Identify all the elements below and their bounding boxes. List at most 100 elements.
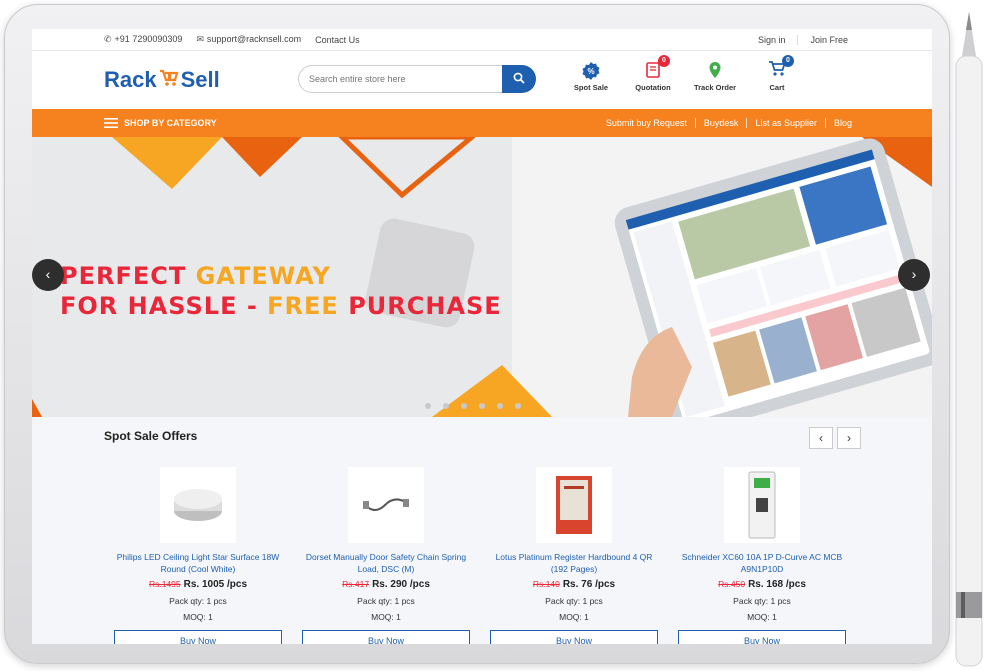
spot-next-button[interactable]: › — [837, 427, 861, 449]
search-button[interactable] — [502, 65, 536, 93]
menu-icon — [104, 118, 118, 128]
banner-dots — [425, 403, 521, 409]
current-price: Rs. 290 /pcs — [372, 579, 430, 590]
cart-icon — [746, 61, 808, 83]
mail-icon: ✉ — [196, 34, 204, 44]
buy-now-button[interactable]: Buy Now — [302, 630, 470, 644]
tablet-frame: ✆ +91 7290090309 ✉ support@racknsell.com C… — [4, 4, 950, 664]
product-image[interactable] — [536, 467, 612, 543]
banner-headline: PERFECT GATEWAY FOR HASSLE - FREE PURCHA… — [60, 261, 502, 321]
banner-dot[interactable] — [479, 403, 485, 409]
track-order-label: Track Order — [693, 83, 737, 92]
cart-badge: 0 — [782, 55, 794, 67]
search-icon — [513, 72, 525, 84]
track-order-button[interactable]: Track Order — [684, 61, 746, 92]
nav-links: Submit buy Request Buydesk List as Suppl… — [598, 118, 860, 128]
old-price: Rs.1495 — [148, 579, 181, 589]
logo-cart-icon — [159, 69, 179, 92]
product-image[interactable] — [724, 467, 800, 543]
site-logo[interactable]: Rack Sell — [104, 67, 220, 93]
phone-text: +91 7290090309 — [114, 34, 183, 44]
stylus-pencil — [955, 12, 983, 667]
current-price: Rs. 168 /pcs — [748, 579, 806, 590]
pack-qty: Pack qty: 1 pcs — [169, 596, 227, 606]
email-text: support@racknsell.com — [206, 34, 302, 44]
phone-link[interactable]: ✆ +91 7290090309 — [104, 34, 182, 45]
cart-button[interactable]: 0 Cart — [746, 55, 808, 92]
product-card[interactable]: Dorset Manually Door Safety Chain Spring… — [292, 467, 480, 644]
top-bar: ✆ +91 7290090309 ✉ support@racknsell.com C… — [32, 29, 932, 51]
pack-qty: Pack qty: 1 pcs — [545, 596, 603, 606]
email-link[interactable]: ✉ support@racknsell.com — [196, 34, 301, 45]
old-price: Rs.450 — [718, 579, 746, 589]
product-image[interactable] — [348, 467, 424, 543]
moq: MOQ: 1 — [371, 612, 401, 622]
cart-label: Cart — [769, 83, 785, 92]
category-nav: SHOP BY CATEGORY Submit buy Request Buyd… — [32, 109, 932, 137]
banner-next-button[interactable]: › — [898, 259, 930, 291]
logo-right: Sell — [180, 67, 220, 92]
product-card[interactable]: Philips LED Ceiling Light Star Surface 1… — [104, 467, 292, 644]
banner-dot[interactable] — [497, 403, 503, 409]
headline-word-5: PURCHASE — [348, 292, 502, 320]
banner-dot[interactable] — [515, 403, 521, 409]
product-name[interactable]: Lotus Platinum Register Hardbound 4 QR (… — [480, 551, 668, 575]
product-price: Rs.1495 Rs. 1005 /pcs — [104, 579, 292, 590]
buy-now-button[interactable]: Buy Now — [114, 630, 282, 644]
current-price: Rs. 76 /pcs — [562, 579, 616, 590]
product-price: Rs.450 Rs. 168 /pcs — [668, 579, 856, 590]
quotation-icon — [622, 61, 684, 83]
banner-dot[interactable] — [461, 403, 467, 409]
nav-link-buydesk[interactable]: Buydesk — [694, 118, 747, 128]
product-card[interactable]: Schneider XC60 10A 1P D-Curve AC MCB A9N… — [668, 467, 856, 644]
headline-word-1: PERFECT — [60, 262, 187, 290]
product-name[interactable]: Philips LED Ceiling Light Star Surface 1… — [104, 551, 292, 575]
spot-sale-button[interactable]: % Spot Sale — [560, 61, 622, 92]
banner-dot[interactable] — [443, 403, 449, 409]
current-price: Rs. 1005 /pcs — [183, 579, 248, 590]
quotation-button[interactable]: 0 Quotation — [622, 55, 684, 92]
headline-word-2: GATEWAY — [195, 262, 331, 290]
headline-word-3: FOR HASSLE - — [60, 292, 258, 320]
sign-in-link[interactable]: Sign in — [746, 35, 798, 45]
quotation-label: Quotation — [635, 83, 671, 92]
banner-dot[interactable] — [425, 403, 431, 409]
search-bar — [298, 65, 536, 93]
svg-text:%: % — [587, 67, 594, 76]
moq: MOQ: 1 — [559, 612, 589, 622]
location-pin-icon — [684, 61, 746, 83]
quotation-badge: 0 — [658, 55, 670, 67]
spot-sale-section: Spot Sale Offers ‹ › Philips LED Ceiling… — [32, 417, 932, 644]
product-image[interactable] — [160, 467, 236, 543]
nav-link-list-as-supplier[interactable]: List as Supplier — [746, 118, 825, 128]
search-input[interactable] — [298, 65, 502, 93]
phone-icon: ✆ — [104, 34, 112, 44]
pack-qty: Pack qty: 1 pcs — [357, 596, 415, 606]
join-free-link[interactable]: Join Free — [797, 34, 860, 45]
hero-banner: PERFECT GATEWAY FOR HASSLE - FREE PURCHA… — [32, 137, 932, 417]
buy-now-button[interactable]: Buy Now — [678, 630, 846, 644]
shop-by-category-button[interactable]: SHOP BY CATEGORY — [104, 118, 217, 128]
old-price: Rs.417 — [342, 579, 370, 589]
shop-by-category-label: SHOP BY CATEGORY — [124, 118, 217, 128]
nav-link-blog[interactable]: Blog — [824, 118, 860, 128]
headline-word-4: FREE — [267, 292, 339, 320]
moq: MOQ: 1 — [747, 612, 777, 622]
product-card[interactable]: Lotus Platinum Register Hardbound 4 QR (… — [480, 467, 668, 644]
product-name[interactable]: Dorset Manually Door Safety Chain Spring… — [292, 551, 480, 575]
product-price: Rs.140 Rs. 76 /pcs — [480, 579, 668, 590]
site-header: Rack Sell % Spot Sale — [32, 51, 932, 109]
pack-qty: Pack qty: 1 pcs — [733, 596, 791, 606]
banner-prev-button[interactable]: ‹ — [32, 259, 64, 291]
spot-prev-button[interactable]: ‹ — [809, 427, 833, 449]
browser-screen: ✆ +91 7290090309 ✉ support@racknsell.com C… — [32, 29, 932, 644]
contact-us-link[interactable]: Contact Us — [315, 35, 360, 45]
buy-now-button[interactable]: Buy Now — [490, 630, 658, 644]
product-list: Philips LED Ceiling Light Star Surface 1… — [104, 467, 856, 644]
old-price: Rs.140 — [532, 579, 560, 589]
spot-sale-label: Spot Sale — [573, 83, 609, 92]
nav-link-submit-buy-request[interactable]: Submit buy Request — [598, 118, 695, 128]
spot-sale-icon: % — [560, 61, 622, 83]
header-icons: % Spot Sale 0 Quotation Track Order 0 Ca… — [560, 55, 808, 92]
product-name[interactable]: Schneider XC60 10A 1P D-Curve AC MCB A9N… — [668, 551, 856, 575]
